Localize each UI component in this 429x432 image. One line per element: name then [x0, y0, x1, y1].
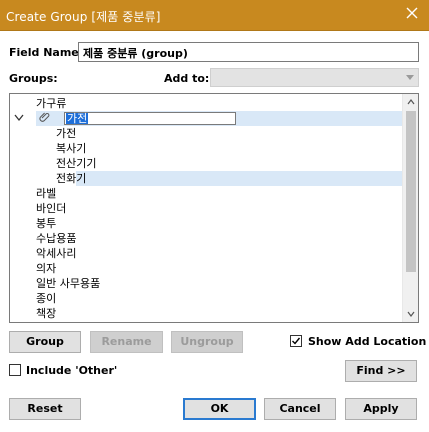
- close-icon[interactable]: [405, 6, 419, 20]
- cancel-button[interactable]: Cancel: [264, 398, 336, 420]
- rename-button[interactable]: Rename: [90, 331, 163, 353]
- field-name-input[interactable]: 제품 중분류 (group): [78, 42, 419, 62]
- checkmark-icon: [292, 337, 301, 345]
- rename-edit-box[interactable]: 가전: [64, 112, 236, 125]
- groups-label: Groups:: [9, 72, 58, 85]
- tree-item[interactable]: 책장: [36, 306, 56, 321]
- tree-item[interactable]: 복사기: [56, 141, 86, 156]
- tree-item[interactable]: 악세사리: [36, 246, 76, 261]
- find-button[interactable]: Find >>: [345, 360, 417, 382]
- tree-item[interactable]: 가전: [56, 126, 76, 141]
- show-add-location-label[interactable]: Show Add Location: [308, 335, 426, 348]
- tree-item[interactable]: 전화기: [56, 171, 86, 186]
- paperclip-icon: [39, 112, 50, 122]
- tree-item[interactable]: 종이: [36, 291, 56, 306]
- tree-item[interactable]: 의자: [36, 261, 56, 276]
- row-highlight-selected: [76, 171, 402, 186]
- group-button[interactable]: Group: [9, 331, 81, 353]
- tree-item[interactable]: 전산기기: [56, 156, 96, 171]
- groups-tree[interactable]: 가구류 가전 가전 복사기 전산기기 전화기 라벨 바인더 봉투 수납용품 악세…: [9, 93, 419, 323]
- tree-item[interactable]: 봉투: [36, 216, 56, 231]
- chevron-down-icon: [406, 75, 414, 80]
- tree-item[interactable]: 일반 사무용품: [36, 276, 100, 291]
- title-bar: Create Group [제품 중분류]: [0, 0, 429, 31]
- tree-item[interactable]: 바인더: [36, 201, 66, 216]
- scroll-down-icon[interactable]: [407, 310, 415, 318]
- tree-item[interactable]: 수납용품: [36, 231, 76, 246]
- tree-item[interactable]: 가구류: [36, 96, 66, 111]
- ok-button[interactable]: OK: [183, 398, 256, 420]
- chevron-down-icon[interactable]: [14, 114, 24, 122]
- show-add-location-checkbox[interactable]: [290, 335, 302, 347]
- rename-edit-text[interactable]: 가전: [66, 113, 89, 124]
- field-name-label: Field Name:: [9, 46, 84, 59]
- vertical-scrollbar[interactable]: [402, 94, 418, 322]
- reset-button[interactable]: Reset: [9, 398, 81, 420]
- tree-item[interactable]: 라벨: [36, 186, 56, 201]
- apply-button[interactable]: Apply: [345, 398, 417, 420]
- include-other-checkbox[interactable]: [9, 364, 21, 376]
- include-other-label[interactable]: Include 'Other': [26, 364, 117, 377]
- scrollbar-thumb[interactable]: [406, 111, 416, 272]
- add-to-dropdown[interactable]: [210, 68, 419, 87]
- scroll-up-icon[interactable]: [407, 98, 415, 106]
- ungroup-button[interactable]: Ungroup: [171, 331, 243, 353]
- window-title: Create Group [제품 중분류]: [6, 10, 161, 24]
- add-to-label: Add to:: [164, 72, 210, 85]
